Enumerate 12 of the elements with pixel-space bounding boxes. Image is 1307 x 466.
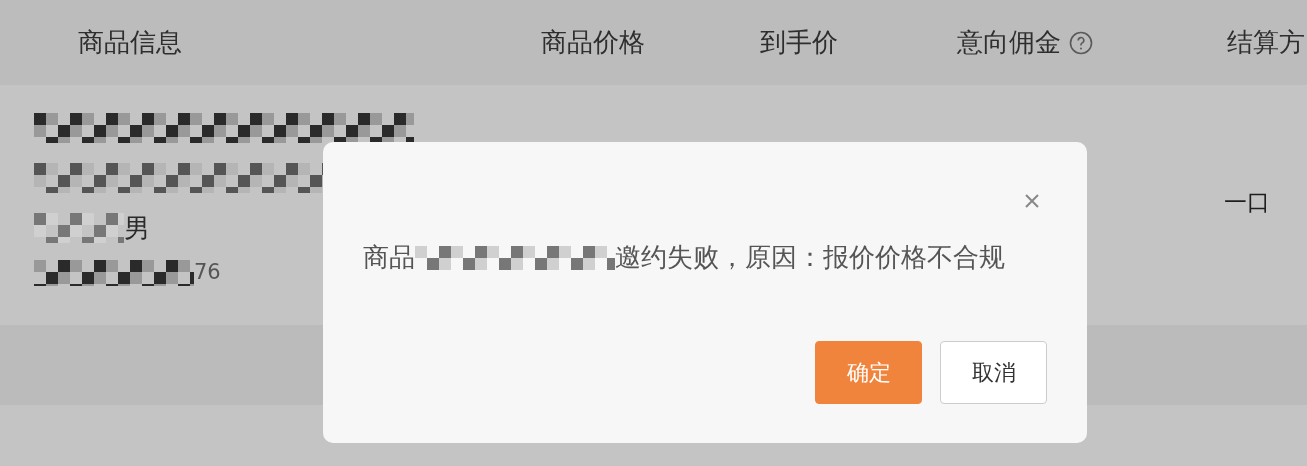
settlement-text: 一口 xyxy=(1224,188,1270,217)
column-header: 到手价 xyxy=(760,26,838,59)
dialog-message: 邀约失败，原因：报价价格不合规 xyxy=(615,241,1005,274)
dialog-message: 商品 xyxy=(363,241,415,274)
product-id-text: 76 xyxy=(194,259,221,287)
column-header: 商品信息 xyxy=(78,26,182,59)
column-header: 商品价格 xyxy=(541,26,645,59)
column-header: 意向佣金 xyxy=(957,26,1061,59)
product-title-text: 男 xyxy=(124,211,150,245)
column-header: 结算方 xyxy=(1227,26,1305,59)
help-icon[interactable] xyxy=(1069,30,1093,55)
cancel-button[interactable]: 取消 xyxy=(940,341,1047,404)
